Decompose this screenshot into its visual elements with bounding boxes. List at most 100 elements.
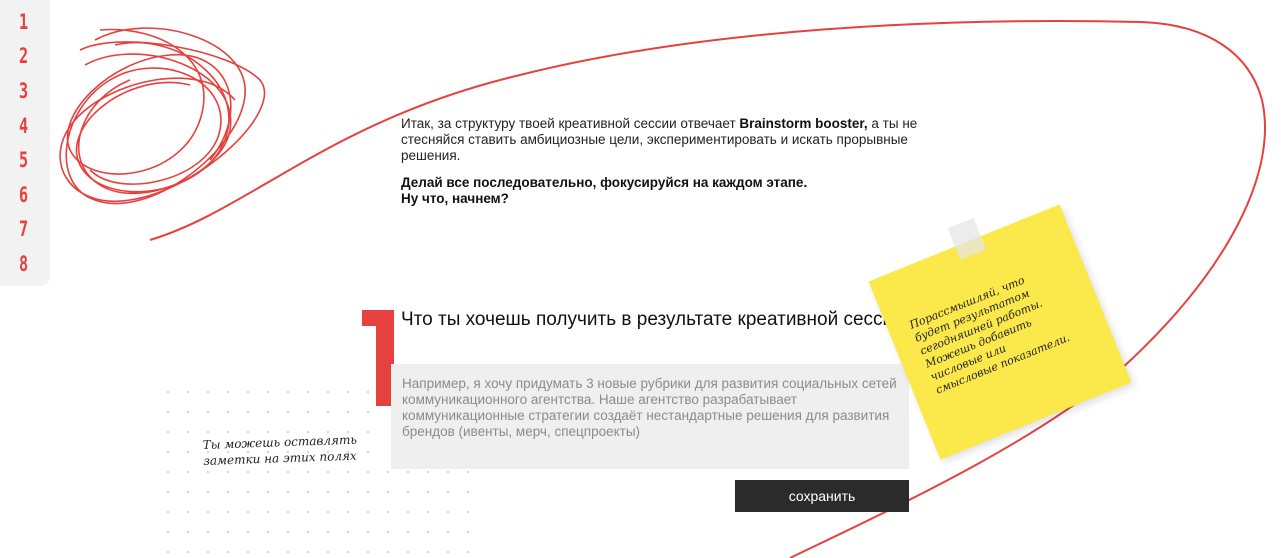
grid-dot	[386, 550, 390, 554]
grid-dot	[226, 510, 230, 514]
grid-dot	[166, 450, 170, 454]
grid-dot	[326, 410, 330, 414]
grid-dot	[186, 430, 190, 434]
grid-dot	[306, 550, 310, 554]
grid-dot	[246, 510, 250, 514]
margin-note: Ты можешь оставлять заметки на этих поля…	[202, 432, 358, 468]
grid-dot	[246, 430, 250, 434]
grid-dot	[206, 530, 210, 534]
grid-dot	[186, 530, 190, 534]
grid-dot	[386, 490, 390, 494]
grid-dot	[426, 470, 430, 474]
intro-paragraph: Итак, за структуру твоей креативной сесс…	[401, 116, 931, 164]
grid-dot	[406, 550, 410, 554]
grid-dot	[186, 550, 190, 554]
intro-text: Итак, за структуру твоей креативной сесс…	[401, 116, 931, 207]
grid-dot	[426, 530, 430, 534]
grid-dot	[306, 390, 310, 394]
grid-dot	[246, 490, 250, 494]
grid-dot	[286, 410, 290, 414]
grid-dot	[466, 470, 470, 474]
grid-dot	[286, 470, 290, 474]
grid-dot	[306, 410, 310, 414]
grid-dot	[226, 530, 230, 534]
grid-dot	[246, 530, 250, 534]
grid-dot	[286, 510, 290, 514]
grid-dot	[286, 430, 290, 434]
question-number-badge: 1	[362, 310, 394, 406]
grid-dot	[346, 490, 350, 494]
grid-dot	[246, 410, 250, 414]
intro-cta-line-2: Ну что, начнем?	[401, 191, 509, 206]
grid-dot	[246, 390, 250, 394]
grid-dot	[406, 510, 410, 514]
grid-dot	[186, 490, 190, 494]
grid-dot	[286, 550, 290, 554]
grid-dot	[166, 410, 170, 414]
grid-dot	[466, 530, 470, 534]
grid-dot	[226, 490, 230, 494]
step-link-2[interactable]: 2	[19, 45, 29, 67]
brand-name: Brainstorm booster,	[739, 116, 868, 131]
grid-dot	[346, 530, 350, 534]
grid-dot	[286, 530, 290, 534]
grid-dot	[326, 510, 330, 514]
step-link-5[interactable]: 5	[19, 149, 29, 171]
step-link-4[interactable]: 4	[19, 115, 29, 137]
grid-dot	[366, 550, 370, 554]
grid-dot	[326, 470, 330, 474]
grid-dot	[466, 510, 470, 514]
grid-dot	[326, 550, 330, 554]
grid-dot	[286, 490, 290, 494]
intro-text-start: Итак, за структуру твоей креативной сесс…	[401, 116, 740, 131]
grid-dot	[246, 550, 250, 554]
number-one-shape	[362, 310, 394, 406]
grid-dot	[266, 410, 270, 414]
grid-dot	[386, 510, 390, 514]
grid-dot	[366, 410, 370, 414]
grid-dot	[166, 390, 170, 394]
grid-dot	[366, 530, 370, 534]
step-link-7[interactable]: 7	[19, 218, 29, 240]
grid-dot	[406, 490, 410, 494]
grid-dot	[206, 430, 210, 434]
grid-dot	[206, 410, 210, 414]
grid-dot	[366, 490, 370, 494]
grid-dot	[366, 470, 370, 474]
grid-dot	[266, 390, 270, 394]
grid-dot	[466, 550, 470, 554]
intro-call-to-action: Делай все последовательно, фокусируйся н…	[401, 175, 931, 207]
step-link-1[interactable]: 1	[19, 11, 29, 33]
sticky-note-text: Порассмышляй, что будет результатом сего…	[907, 273, 1072, 397]
grid-dot	[166, 530, 170, 534]
step-link-6[interactable]: 6	[19, 184, 29, 206]
grid-dot	[226, 410, 230, 414]
grid-dot	[266, 430, 270, 434]
step-link-8[interactable]: 8	[19, 253, 29, 275]
grid-dot	[306, 470, 310, 474]
answer-input[interactable]	[391, 364, 909, 469]
grid-dot	[446, 530, 450, 534]
grid-dot	[186, 470, 190, 474]
grid-dot	[306, 510, 310, 514]
grid-dot	[346, 390, 350, 394]
grid-dot	[206, 470, 210, 474]
grid-dot	[226, 390, 230, 394]
dot-grid-pattern	[166, 390, 470, 554]
grid-dot	[326, 490, 330, 494]
page: 1 2 3 4 5 6 7 8 Итак, за структуру твоей…	[0, 0, 1286, 558]
grid-dot	[386, 470, 390, 474]
grid-dot	[366, 510, 370, 514]
grid-dot	[426, 490, 430, 494]
grid-dot	[166, 430, 170, 434]
step-link-3[interactable]: 3	[19, 80, 29, 102]
grid-dot	[266, 530, 270, 534]
grid-dot	[326, 390, 330, 394]
grid-dot	[346, 470, 350, 474]
save-button[interactable]: сохранить	[735, 480, 909, 512]
grid-dot	[246, 470, 250, 474]
grid-dot	[326, 530, 330, 534]
grid-dot	[206, 490, 210, 494]
grid-dot	[446, 510, 450, 514]
grid-dot	[206, 510, 210, 514]
